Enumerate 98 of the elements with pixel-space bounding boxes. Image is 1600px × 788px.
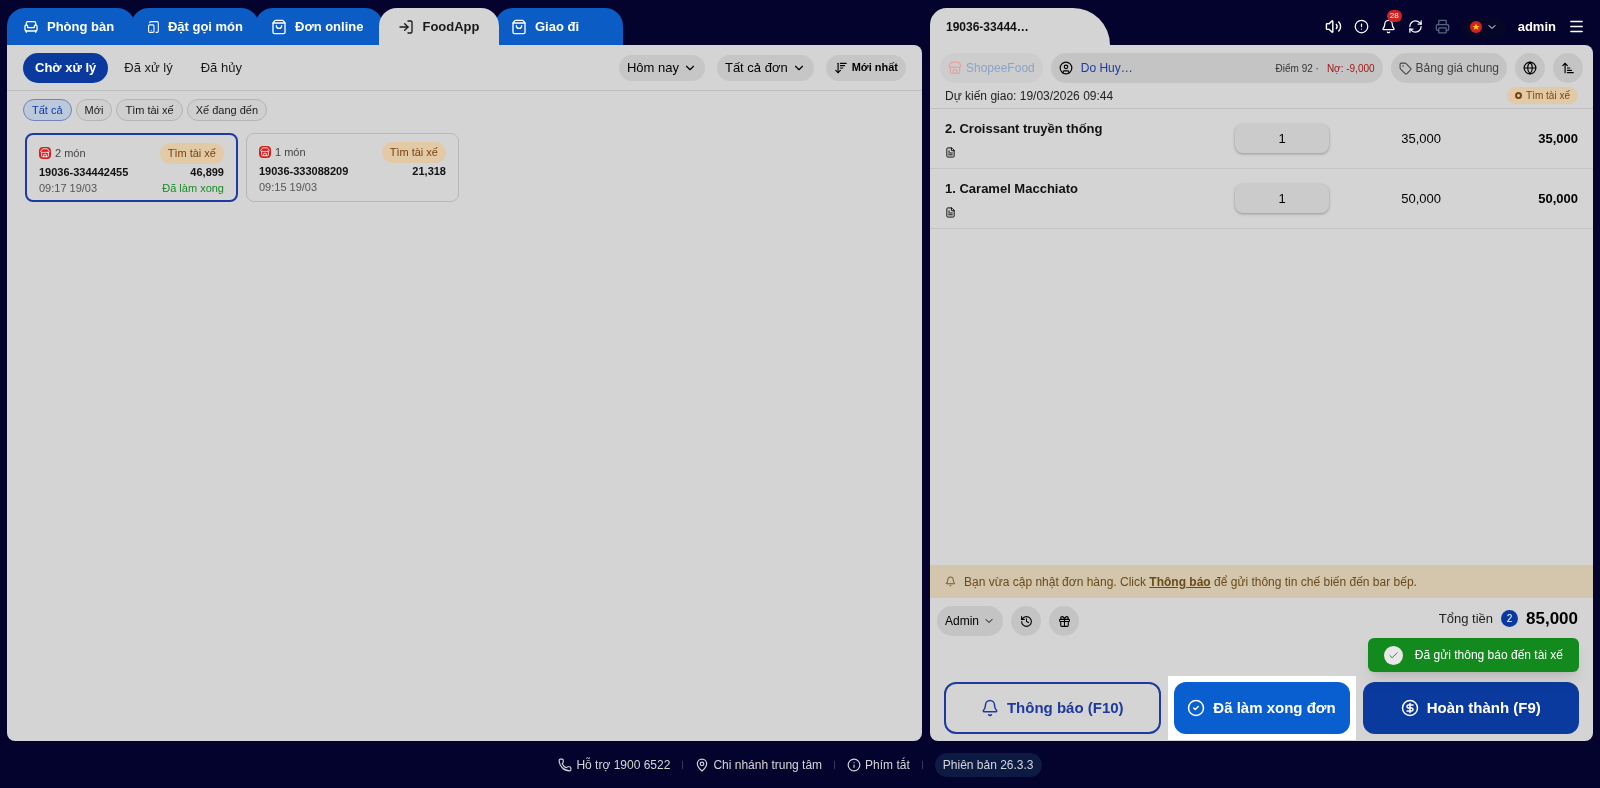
unit-price: 35,000	[1400, 129, 1441, 148]
menu-icon[interactable]	[1568, 18, 1585, 35]
status-ring-icon	[1515, 92, 1523, 99]
customer-points: Điểm 92 ·	[1275, 61, 1319, 76]
globe-button[interactable]	[1515, 53, 1545, 83]
order-status: Đã làm xong	[162, 181, 224, 196]
filter-chip[interactable]: Mới	[75, 99, 113, 121]
printer-icon[interactable]	[1434, 19, 1450, 34]
order-card[interactable]: 1 món Tìm tài xế 19036-333088209 21,318 09:15 19/03	[246, 133, 459, 202]
footer-link[interactable]: Chi nhánh trung tâm	[695, 755, 823, 774]
staff-dropdown[interactable]: Admin	[937, 606, 1003, 636]
customer-field[interactable]: Do Huy… Điểm 92 · Nợ: -9,000	[1050, 53, 1383, 83]
order-id: 19036-333088209	[259, 163, 349, 179]
order-id: 19036-334442455	[39, 164, 129, 180]
status-tab[interactable]: Đã hủy	[188, 52, 254, 83]
item-name: 1. Caramel Macchiato	[945, 180, 1079, 199]
order-time: 09:15 19/03	[259, 180, 318, 195]
sort-button[interactable]: Mới nhất	[825, 54, 906, 81]
filter-chip[interactable]: Tất cả	[23, 99, 72, 121]
bag-icon	[271, 18, 287, 35]
history-button[interactable]	[1011, 606, 1041, 636]
gift-button[interactable]	[1049, 606, 1079, 636]
bag-icon	[511, 18, 527, 35]
order-tab[interactable]: 19036-33444…	[930, 8, 1110, 45]
status-tab[interactable]: Đã xử lý	[112, 52, 185, 83]
store-icon	[39, 147, 51, 160]
globe-icon	[1523, 61, 1537, 75]
price-list-button[interactable]: Bảng giá chung	[1390, 53, 1507, 83]
info-icon	[847, 757, 862, 772]
line-total: 50,000	[1537, 189, 1578, 208]
phone-icon	[558, 757, 573, 772]
check-icon	[1383, 645, 1403, 665]
item-count: 1 món	[275, 145, 306, 160]
order-filter-dropdown[interactable]: Tất cả đơn	[716, 54, 814, 81]
sort-icon	[1561, 61, 1575, 75]
order-time: 09:17 19/03	[39, 181, 98, 196]
item-count: 2 món	[55, 146, 86, 161]
store-icon	[948, 61, 962, 75]
note-icon[interactable]	[945, 206, 956, 218]
customer-name: Do Huy…	[1080, 60, 1133, 77]
status-badge: Tìm tài xế	[159, 143, 224, 164]
footer-link[interactable]: Hỗ trợ 1900 6522	[558, 755, 671, 774]
tab[interactable]: Đặt gọi món	[131, 8, 259, 45]
tab[interactable]: FoodApp	[379, 8, 499, 45]
alert-icon[interactable]	[1353, 19, 1369, 34]
version-badge: Phiên bản 26.3.3	[934, 752, 1042, 777]
gift-icon	[1057, 614, 1071, 628]
login-icon	[398, 18, 415, 35]
action-button[interactable]: Đã làm xong đơn	[1173, 682, 1350, 734]
total-amount: 85,000	[1526, 608, 1578, 630]
notice-text: Bạn vừa cập nhật đơn hàng. Click Thông báo để gửi thông tin chế biến đến bar bếp.	[964, 573, 1417, 591]
total-label: Tổng tiền	[1438, 610, 1493, 628]
user-icon	[1058, 61, 1073, 75]
tab[interactable]: Đơn online	[255, 8, 383, 45]
delivery-status: Tìm tài xế	[1507, 87, 1578, 104]
refresh-icon[interactable]	[1407, 19, 1423, 34]
toast-message: Đã gửi thông báo đến tài xế	[1414, 647, 1563, 664]
line-total: 35,000	[1537, 129, 1578, 148]
order-card[interactable]: 2 món Tìm tài xế 19036-334442455 46,899 09:17 19/03 Đã làm xong	[25, 133, 238, 202]
speaker-icon[interactable]	[1324, 18, 1342, 35]
notice-link[interactable]: Thông báo	[1149, 574, 1211, 589]
tab[interactable]: Phòng bàn	[7, 8, 135, 45]
item-count-badge: 2	[1501, 610, 1518, 628]
location-icon	[695, 757, 710, 772]
order-amount: 21,318	[412, 163, 446, 179]
sort-button[interactable]	[1553, 53, 1583, 83]
language-selector[interactable]	[1461, 16, 1506, 37]
quantity-field[interactable]: 1	[1235, 124, 1329, 153]
dollar-icon	[1400, 699, 1419, 717]
filter-chip[interactable]: Tìm tài xế	[116, 99, 183, 121]
phone-icon	[147, 18, 160, 35]
note-icon[interactable]	[945, 146, 956, 158]
user-name[interactable]: admin	[1517, 16, 1556, 37]
bell-icon	[945, 576, 956, 587]
bell-icon[interactable]	[1380, 19, 1396, 34]
delivery-time: Dự kiến giao: 19/03/2026 09:44	[945, 87, 1114, 105]
unit-price: 50,000	[1400, 189, 1441, 208]
action-button[interactable]: Hoàn thành (F9)	[1362, 682, 1579, 734]
chair-icon	[23, 18, 39, 35]
flag-icon	[1469, 20, 1482, 33]
date-dropdown[interactable]: Hôm nay	[618, 54, 705, 81]
action-button[interactable]: Thông báo (F10)	[944, 682, 1161, 734]
quantity-field[interactable]: 1	[1235, 184, 1329, 213]
tab[interactable]: Giao đi	[495, 8, 623, 45]
bell-icon	[980, 699, 999, 717]
store-icon	[259, 146, 271, 159]
filter-chip[interactable]: Xế đang đến	[186, 99, 268, 121]
order-amount: 46,899	[190, 164, 224, 180]
history-icon	[1019, 614, 1033, 628]
sort-icon	[833, 60, 848, 75]
tag-icon	[1398, 61, 1412, 75]
notification-badge: 28	[1386, 10, 1402, 22]
footer-link[interactable]: Phím tắt	[847, 755, 910, 774]
check-circle-icon	[1187, 699, 1206, 717]
status-badge: Tìm tài xế	[381, 142, 446, 163]
customer-debt: Nợ: -9,000	[1326, 61, 1375, 76]
item-name: 2. Croissant truyền thống	[945, 120, 1104, 139]
status-tab[interactable]: Chờ xử lý	[23, 52, 109, 83]
